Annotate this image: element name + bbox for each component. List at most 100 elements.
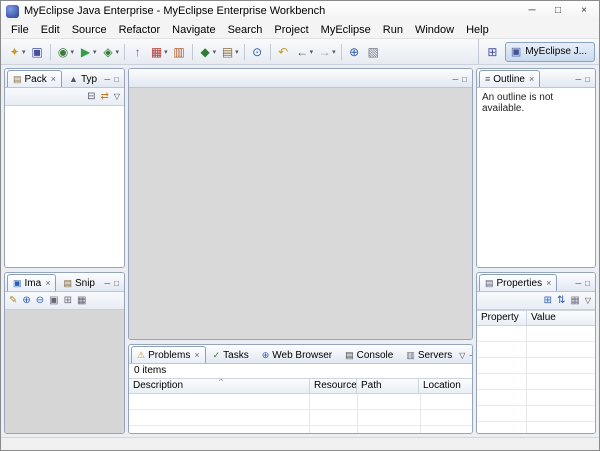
menu-search[interactable]: Search bbox=[222, 23, 269, 37]
minimize-view-icon[interactable]: ─ bbox=[575, 279, 581, 289]
menu-help[interactable]: Help bbox=[460, 23, 495, 37]
right-column: ≡ Outline × ─ □ An outline is not availa… bbox=[476, 68, 596, 434]
view-menu-icon[interactable]: ▽ bbox=[585, 293, 591, 309]
maximize-view-icon[interactable]: □ bbox=[114, 75, 119, 85]
debug-icon: ◉ bbox=[56, 42, 71, 62]
tab-outline[interactable]: ≡ Outline × bbox=[479, 70, 540, 87]
deploy-button[interactable]: ↑ bbox=[128, 42, 147, 62]
tab-console[interactable]: ▤ Console bbox=[339, 346, 399, 363]
maximize-view-icon[interactable]: □ bbox=[114, 279, 119, 289]
actual-size-icon[interactable]: ▣ bbox=[49, 293, 58, 309]
tab-label: Outline bbox=[493, 74, 525, 85]
maximize-view-icon[interactable]: □ bbox=[462, 75, 467, 85]
menu-navigate[interactable]: Navigate bbox=[166, 23, 221, 37]
new-class-button[interactable]: ◆ bbox=[196, 42, 219, 62]
minimize-window-button[interactable]: ─ bbox=[522, 4, 542, 18]
tab-type-hierarchy[interactable]: ▲ Typ bbox=[63, 70, 103, 87]
back-button[interactable]: ← bbox=[293, 42, 316, 62]
run-button[interactable]: ▶ bbox=[76, 42, 99, 62]
last-edit-button[interactable]: ↶ bbox=[274, 42, 293, 62]
new-wizard-button[interactable]: ✦ bbox=[5, 42, 28, 62]
problems-table-body bbox=[129, 394, 472, 433]
menu-myeclipse[interactable]: MyEclipse bbox=[315, 23, 377, 37]
column-divider bbox=[420, 394, 421, 433]
save-icon: ▣ bbox=[30, 42, 45, 62]
view-menu-icon[interactable]: ▽ bbox=[114, 89, 120, 105]
tab-properties[interactable]: ▤ Properties × bbox=[479, 274, 557, 291]
fit-page-icon[interactable]: ⊞ bbox=[64, 293, 72, 309]
close-tab-icon[interactable]: × bbox=[529, 74, 534, 84]
package-explorer-tabbar: ▤ Pack × ▲ Typ ─ □ bbox=[5, 69, 124, 88]
zoom-out-icon[interactable]: ⊖ bbox=[36, 293, 44, 309]
link-editor-icon[interactable]: ⇄ bbox=[100, 89, 108, 105]
new-package-button[interactable]: ▤ bbox=[218, 42, 241, 62]
tab-package-explorer[interactable]: ▤ Pack × bbox=[7, 70, 62, 87]
minimize-view-icon[interactable]: ─ bbox=[104, 75, 110, 85]
save-button[interactable]: ▣ bbox=[28, 42, 47, 62]
tab-label: Ima bbox=[25, 278, 42, 289]
package-explorer-toolbar: ⊟ ⇄ ▽ bbox=[5, 88, 124, 106]
zoom-in-icon[interactable]: ⊕ bbox=[22, 293, 30, 309]
package-explorer-tree[interactable] bbox=[5, 106, 124, 267]
web-browser-button[interactable]: ⊕ bbox=[345, 42, 364, 62]
report-button[interactable]: ▧ bbox=[364, 42, 383, 62]
main-toolbar: ✦ ▣ ◉ ▶ ◈ ↑ ▦ ▥ ◆ ▤ ⊙ ↶ ← → ⊕ ▧ ⊞ ▣ MyEc… bbox=[1, 39, 599, 65]
column-header-property[interactable]: Property bbox=[477, 311, 527, 325]
grid-icon[interactable]: ▦ bbox=[77, 293, 86, 309]
menu-project[interactable]: Project bbox=[268, 23, 314, 37]
maximize-view-icon[interactable]: □ bbox=[585, 75, 590, 85]
tab-tasks[interactable]: ✓ Tasks bbox=[207, 346, 255, 363]
close-window-button[interactable]: × bbox=[574, 4, 594, 18]
collapse-all-icon[interactable]: ⊟ bbox=[87, 89, 95, 105]
tab-servers[interactable]: ▥ Servers bbox=[400, 346, 458, 363]
close-tab-icon[interactable]: × bbox=[546, 278, 551, 288]
sort-icon[interactable]: ⇅ bbox=[557, 293, 565, 309]
outline-view: ≡ Outline × ─ □ An outline is not availa… bbox=[476, 68, 596, 268]
column-header-path[interactable]: Path bbox=[357, 379, 419, 393]
tab-image-preview[interactable]: ▣ Ima × bbox=[7, 274, 56, 291]
app-server-button[interactable]: ▦ bbox=[147, 42, 170, 62]
open-perspective-button[interactable]: ⊞ bbox=[483, 42, 502, 62]
minimize-view-icon[interactable]: ─ bbox=[452, 75, 458, 85]
tab-web-browser[interactable]: ⊕ Web Browser bbox=[256, 346, 338, 363]
view-menu-icon[interactable]: ▽ bbox=[459, 351, 465, 361]
menu-run[interactable]: Run bbox=[377, 23, 409, 37]
forward-button[interactable]: → bbox=[315, 42, 338, 62]
view-corner-buttons: ▽ ─ □ bbox=[459, 351, 473, 363]
menu-window[interactable]: Window bbox=[409, 23, 460, 37]
package-explorer-view: ▤ Pack × ▲ Typ ─ □ ⊟ ⇄ ▽ bbox=[4, 68, 125, 268]
minimize-view-icon[interactable]: ─ bbox=[469, 351, 473, 361]
tab-problems[interactable]: ⚠ Problems × bbox=[131, 346, 206, 363]
column-header-description[interactable]: Description ^ bbox=[129, 379, 310, 393]
image-preview-canvas[interactable] bbox=[5, 310, 124, 433]
tab-snippets[interactable]: ▤ Snip bbox=[57, 274, 101, 291]
maximize-window-button[interactable]: □ bbox=[548, 4, 568, 18]
filter-icon[interactable]: ▦ bbox=[570, 293, 579, 309]
external-tools-button[interactable]: ◈ bbox=[99, 42, 122, 62]
editor-empty-area[interactable] bbox=[129, 88, 472, 339]
debug-button[interactable]: ◉ bbox=[54, 42, 77, 62]
toolbar-separator bbox=[124, 44, 125, 60]
outline-content: An outline is not available. bbox=[477, 88, 595, 267]
minimize-view-icon[interactable]: ─ bbox=[575, 75, 581, 85]
close-tab-icon[interactable]: × bbox=[194, 350, 199, 360]
search-button[interactable]: ⊙ bbox=[248, 42, 267, 62]
close-tab-icon[interactable]: × bbox=[51, 74, 56, 84]
column-header-value[interactable]: Value bbox=[527, 311, 595, 325]
menu-source[interactable]: Source bbox=[66, 23, 113, 37]
menu-file[interactable]: File bbox=[5, 23, 35, 37]
servers-icon: ▥ bbox=[406, 350, 415, 360]
maximize-view-icon[interactable]: □ bbox=[585, 279, 590, 289]
close-tab-icon[interactable]: × bbox=[45, 278, 50, 288]
minimize-view-icon[interactable]: ─ bbox=[104, 279, 110, 289]
column-divider bbox=[526, 326, 527, 433]
menu-refactor[interactable]: Refactor bbox=[113, 23, 167, 37]
image-preview-view: ▣ Ima × ▤ Snip ─ □ ✎ ⊕ ⊖ bbox=[4, 272, 125, 434]
column-header-resource[interactable]: Resource bbox=[310, 379, 357, 393]
categories-icon[interactable]: ⊞ bbox=[544, 293, 552, 309]
database-button[interactable]: ▥ bbox=[170, 42, 189, 62]
palette-icon[interactable]: ✎ bbox=[9, 293, 17, 309]
perspective-myeclipse-button[interactable]: ▣ MyEclipse J... bbox=[505, 42, 595, 62]
menu-edit[interactable]: Edit bbox=[35, 23, 66, 37]
column-header-location[interactable]: Location bbox=[419, 379, 472, 393]
